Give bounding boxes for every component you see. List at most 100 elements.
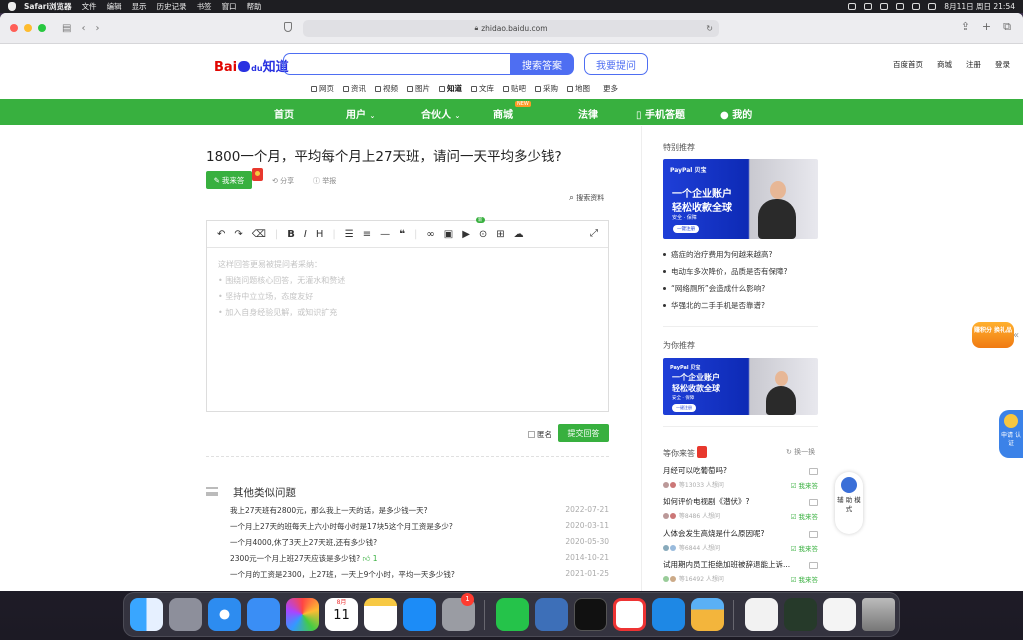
app-store-icon[interactable] [403,598,436,631]
quote-icon[interactable]: ❝ [399,229,405,240]
sidebar-toggle-icon[interactable]: ▤ [62,23,71,34]
ad-register-button[interactable]: 一键注册 [672,404,696,412]
image-icon[interactable]: ▣ [444,229,453,240]
wechat-icon[interactable] [496,598,529,631]
photos-icon[interactable] [286,598,319,631]
back-icon[interactable]: ‹ [81,23,85,34]
menu-window[interactable]: 窗口 [222,1,237,12]
cat-web[interactable]: 网页 [311,83,334,94]
undo-icon[interactable]: ↶ [217,229,225,240]
launchpad-icon[interactable] [169,598,202,631]
cat-map[interactable]: 地图 [567,83,590,94]
assist-mode-button[interactable]: 辅 助 模 式 [835,472,863,534]
cat-more[interactable]: 更多 [599,83,618,94]
cat-image[interactable]: 图片 [407,83,430,94]
tab-overview-icon[interactable]: ⧉ [1003,20,1011,34]
apple-icon[interactable] [8,2,16,11]
submit-answer-button[interactable]: 提交回答 [558,424,609,442]
wait-question[interactable]: 月经可以吃葡萄吗? 等13033 人想问 ☑ 我来答 [663,465,818,490]
wifi-icon[interactable] [912,3,921,10]
calendar-icon[interactable]: 8月 11 [325,598,358,631]
eraser-icon[interactable]: ⌫ [252,229,266,240]
question-link[interactable]: 我上27天班有2800元，那么我上一天的话，是多少钱一天? [230,505,428,521]
notes-icon[interactable] [364,598,397,631]
wait-question-text[interactable]: 试用期内员工拒绝加班被辞退能上诉... [663,559,818,570]
paypal-ad-banner-2[interactable]: PayPal 贝宝 一个企业账户 轻松收款全球 安全 · 保障 一键注册 [663,358,818,415]
answer-link[interactable]: ☑ 我来答 [791,543,818,553]
windows-icon[interactable] [652,598,685,631]
list-item[interactable]: 一个月上27天的班每天上六小时每小时是17块5这个月工资是多少? 2020-03-… [230,521,609,537]
recent-document-thumbnail[interactable] [745,598,778,631]
link-mall[interactable]: 商城 [937,59,952,70]
menu-history[interactable]: 历史记录 [157,1,187,12]
list-item[interactable]: 一个月4000,休了3天上27天班,还有多少钱? 2020-05-30 [230,537,609,553]
minimize-window-button[interactable] [24,24,32,32]
location-icon[interactable]: ⊙ [479,229,487,240]
link-login[interactable]: 登录 [995,59,1010,70]
answer-button[interactable]: ✎ 我来答 [206,171,252,189]
list-item[interactable]: 我上27天班有2800元，那么我上一天的话，是多少钱一天? 2022-07-21 [230,505,609,521]
link-register[interactable]: 注册 [966,59,981,70]
wait-question[interactable]: 试用期内员工拒绝加班被辞退能上诉... 等16492 人想问 ☑ 我来答 [663,559,818,584]
report-link[interactable]: ⓘ 举报 [313,176,336,186]
question-link[interactable]: 2300元一个月上班27天应该是多少钱? [230,554,360,563]
cat-tieba[interactable]: 贴吧 [503,83,526,94]
wait-question[interactable]: 人体会发生高烧是什么原因呢? 等6844 人想问 ☑ 我来答 [663,528,818,553]
forward-icon[interactable]: › [95,23,99,34]
recent-app-thumbnail[interactable] [784,598,817,631]
question-link[interactable]: 一个月上27天的班每天上六小时每小时是17块5这个月工资是多少? [230,521,453,537]
new-tab-icon[interactable]: + [982,20,991,34]
remote-desktop-icon[interactable] [535,598,568,631]
privacy-shield-icon[interactable] [284,22,292,32]
ask-question-button[interactable]: 我要提问 [584,53,648,75]
link-icon[interactable]: ∞ [426,229,434,240]
list-item[interactable]: 华强北的二手手机是否靠谱? [663,300,787,317]
nav-home[interactable]: 首页 [274,106,294,121]
red-packet-icon[interactable] [252,168,263,181]
table-icon[interactable]: ⊞ [496,229,504,240]
wait-question[interactable]: 如何评价电视剧《潜伏》? 等8486 人想问 ☑ 我来答 [663,496,818,521]
cat-purchase[interactable]: 采购 [535,83,558,94]
finder-icon[interactable] [130,598,163,631]
question-link[interactable]: 一个月的工资是2300，上27班，一天上9个小时，平均一天多少钱? [230,569,455,585]
folder-icon[interactable] [691,598,724,631]
nav-partner[interactable]: 合伙人 ⌄ [421,106,460,121]
share-icon[interactable]: ⇪ [961,20,970,34]
italic-icon[interactable]: I [304,229,307,240]
clock[interactable]: 8月11日 周日 21:54 [944,1,1015,12]
bold-icon[interactable]: B [287,229,295,240]
menu-bookmarks[interactable]: 书签 [197,1,212,12]
cloud-icon[interactable]: ☁ [514,229,524,240]
answer-link[interactable]: ☑ 我来答 [791,574,818,584]
wait-question-text[interactable]: 月经可以吃葡萄吗? [663,465,818,476]
share-link[interactable]: ⟲ 分享 [272,176,294,186]
anonymous-checkbox[interactable]: 匿名 [528,429,552,440]
search-button[interactable]: 搜索答案 [510,53,574,75]
nav-law[interactable]: 法律 [578,106,598,121]
video-icon[interactable]: ▶ [462,229,470,240]
nav-mine[interactable]: ● 我的 [720,106,752,121]
wait-question-text[interactable]: 如何评价电视剧《潜伏》? [663,496,818,507]
answer-link[interactable]: ☑ 我来答 [791,480,818,490]
swap-button[interactable]: ↻ 换一换 [786,447,815,457]
ad-register-button[interactable]: 一键注册 [673,225,699,233]
fullscreen-icon[interactable]: ⤢ [590,228,598,239]
chevron-left-icon[interactable]: « [1013,330,1019,341]
search-input[interactable] [283,53,511,75]
horizontal-rule-icon[interactable]: — [380,229,390,240]
wechat-status-icon[interactable] [864,3,873,10]
menu-app[interactable]: Safari浏览器 [24,1,72,12]
list-item[interactable]: “网络厕所”会造成什么影响? [663,283,787,300]
trash-icon[interactable] [862,598,895,631]
zoom-window-button[interactable] [38,24,46,32]
cat-news[interactable]: 资讯 [343,83,366,94]
link-baidu-home[interactable]: 百度首页 [893,59,923,70]
question-link[interactable]: 一个月4000,休了3天上27天班,还有多少钱? [230,537,377,553]
address-bar[interactable]: 🔒︎ zhidao.baidu.com ↻ [303,20,719,37]
nav-mobile-answer[interactable]: ▯ 手机答题 [636,106,685,121]
heading-icon[interactable]: H [316,229,324,240]
status-icon[interactable] [848,3,857,10]
editor-placeholder[interactable]: 这样回答更易被提问者采纳： • 围绕问题核心回答，无灌水和赘述 • 坚持中立立场… [207,248,608,330]
menu-edit[interactable]: 编辑 [107,1,122,12]
menu-help[interactable]: 帮助 [247,1,262,12]
